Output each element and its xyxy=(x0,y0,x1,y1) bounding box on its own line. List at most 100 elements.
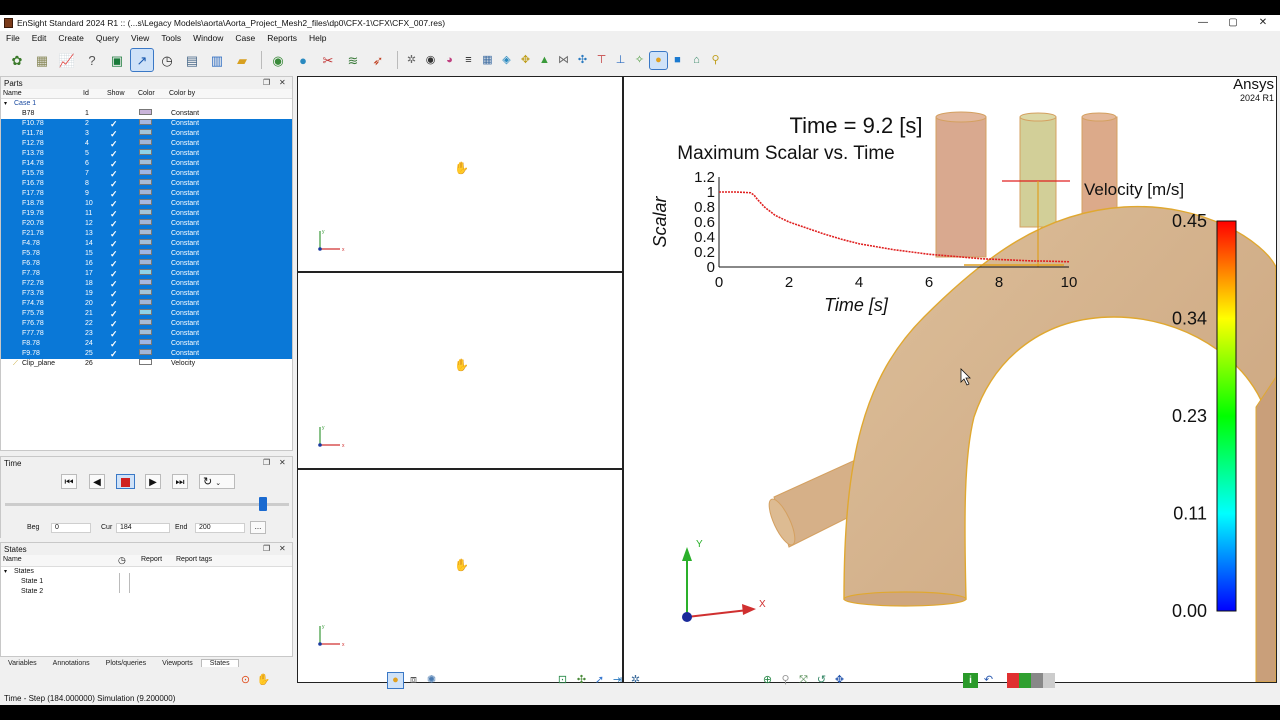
lighting-mode-icon[interactable]: ✺ xyxy=(424,673,439,688)
part-row[interactable]: F8.78 24 ✓ Constant xyxy=(1,339,292,349)
show-checkbox[interactable]: ✓ xyxy=(110,119,118,129)
show-checkbox[interactable]: ✓ xyxy=(110,249,118,259)
end-field[interactable]: 200 xyxy=(195,523,245,533)
part-row[interactable]: F74.78 20 ✓ Constant xyxy=(1,299,292,309)
part-row[interactable]: F21.78 13 ✓ Constant xyxy=(1,229,292,239)
states-root-row[interactable]: ▾ States xyxy=(1,567,292,577)
clock-icon[interactable]: ◷ xyxy=(156,49,178,71)
time-slider-thumb[interactable] xyxy=(258,497,267,511)
part-row[interactable]: F6.78 16 ✓ Constant xyxy=(1,259,292,269)
menu-query[interactable]: Query xyxy=(90,33,125,43)
shaded-mode-icon[interactable]: ● xyxy=(387,672,404,689)
part-color-swatch[interactable] xyxy=(139,109,152,115)
maximize-button[interactable]: ▢ xyxy=(1218,15,1248,31)
part-row[interactable]: F11.78 3 ✓ Constant xyxy=(1,129,292,139)
part-color-swatch[interactable] xyxy=(139,349,152,355)
calculator-icon[interactable]: ▦ xyxy=(31,49,53,71)
isosurface-icon[interactable]: ◉ xyxy=(267,49,289,71)
film-icon[interactable]: ▥ xyxy=(206,49,228,71)
color-palette-icon[interactable]: ◕ xyxy=(441,52,458,69)
record-icon[interactable]: ⊙ xyxy=(238,673,253,688)
minimize-button[interactable]: — xyxy=(1188,15,1218,31)
part-row[interactable]: F20.78 12 ✓ Constant xyxy=(1,219,292,229)
clip-icon[interactable]: ✂ xyxy=(317,49,339,71)
part-row[interactable]: F4.78 14 ✓ Constant xyxy=(1,239,292,249)
viewport-3[interactable]: ✋ y x xyxy=(298,470,624,682)
wireframe-icon[interactable]: ⧈ xyxy=(406,673,421,688)
move-icon[interactable]: ✥ xyxy=(832,673,847,688)
menu-create[interactable]: Create xyxy=(52,33,90,43)
zoom-in-icon[interactable]: ⊕ xyxy=(760,673,775,688)
part-row[interactable]: F9.78 25 ✓ Constant xyxy=(1,349,292,359)
transform-icon[interactable]: ↗ xyxy=(130,48,154,72)
show-checkbox[interactable]: ✓ xyxy=(110,209,118,219)
part-row[interactable]: F75.78 21 ✓ Constant xyxy=(1,309,292,319)
pointer-icon[interactable]: ⚲ xyxy=(707,52,724,69)
play-icon[interactable]: ▶ xyxy=(145,474,161,489)
col-name[interactable]: Name xyxy=(3,90,22,97)
show-checkbox[interactable]: ✓ xyxy=(110,229,118,239)
box-icon[interactable]: ■ xyxy=(669,52,686,69)
mesh-icon[interactable]: ⋈ xyxy=(555,52,572,69)
tab-viewports[interactable]: Viewports xyxy=(154,660,201,667)
more-button[interactable]: ... xyxy=(250,521,266,534)
main-viewport[interactable]: Maximum Scalar vs. Time 0 2 4 6 8 10 0 0.2 0.4 0.… xyxy=(624,77,1276,682)
show-checkbox[interactable]: ✓ xyxy=(110,139,118,149)
part-color-swatch[interactable] xyxy=(139,249,152,255)
show-checkbox[interactable]: ✓ xyxy=(110,179,118,189)
pin-icon[interactable]: ⚲ xyxy=(778,673,793,688)
col-report-tags[interactable]: Report tags xyxy=(176,556,212,563)
plotter-icon[interactable]: 📈 xyxy=(56,49,78,71)
vector-icon[interactable]: ➶ xyxy=(367,49,389,71)
menu-edit[interactable]: Edit xyxy=(26,33,53,43)
parts-icon[interactable]: ✿ xyxy=(6,49,28,71)
part-color-swatch[interactable] xyxy=(139,289,152,295)
show-checkbox[interactable]: ✓ xyxy=(110,289,118,299)
part-color-swatch[interactable] xyxy=(139,199,152,205)
pick-icon[interactable]: ✲ xyxy=(628,673,643,688)
part-row[interactable]: F18.78 10 ✓ Constant xyxy=(1,199,292,209)
show-checkbox[interactable]: ✓ xyxy=(110,149,118,159)
stop-button[interactable] xyxy=(116,474,135,489)
skip-back-icon[interactable]: ⏮ xyxy=(61,474,77,489)
show-checkbox[interactable]: ✓ xyxy=(110,309,118,319)
show-checkbox[interactable]: ✓ xyxy=(110,299,118,309)
part-row[interactable]: F76.78 22 ✓ Constant xyxy=(1,319,292,329)
show-checkbox[interactable]: ✓ xyxy=(110,239,118,249)
float-icon[interactable]: ❐ xyxy=(263,457,270,469)
show-checkbox[interactable]: ✓ xyxy=(110,159,118,169)
zoom-fit-icon[interactable]: ⊡ xyxy=(555,673,570,688)
step-back-icon[interactable]: ◀ xyxy=(89,474,105,489)
refresh-view-icon[interactable]: ↺ xyxy=(814,673,829,688)
part-color-swatch[interactable] xyxy=(139,279,152,285)
col-name[interactable]: Name xyxy=(3,556,22,563)
case-row[interactable]: ▾ Case 1 xyxy=(1,99,292,109)
part-color-swatch[interactable] xyxy=(139,169,152,175)
part-row[interactable]: ⟋ Clip_plane 26 Velocity xyxy=(1,359,292,369)
part-row[interactable]: F77.78 23 ✓ Constant xyxy=(1,329,292,339)
close-icon[interactable]: ✕ xyxy=(279,543,286,555)
menu-tools[interactable]: Tools xyxy=(155,33,187,43)
show-checkbox[interactable]: ✓ xyxy=(110,219,118,229)
part-color-swatch[interactable] xyxy=(139,269,152,275)
col-color[interactable]: Color xyxy=(138,90,155,97)
translate-icon[interactable]: ➚ xyxy=(592,673,607,688)
float-icon[interactable]: ❐ xyxy=(263,543,270,555)
part-color-swatch[interactable] xyxy=(139,319,152,325)
part-row[interactable]: F14.78 6 ✓ Constant xyxy=(1,159,292,169)
part-row[interactable]: F19.78 11 ✓ Constant xyxy=(1,209,292,219)
part-color-swatch[interactable] xyxy=(139,119,152,125)
time-slider-track[interactable] xyxy=(5,503,289,506)
tab-variables[interactable]: Variables xyxy=(0,660,45,667)
col-report[interactable]: Report xyxy=(141,556,162,563)
lighting-icon[interactable]: ✧ xyxy=(631,52,648,69)
menu-file[interactable]: File xyxy=(0,33,26,43)
toolbox-icon[interactable]: ▰ xyxy=(231,49,253,71)
part-color-swatch[interactable] xyxy=(139,189,152,195)
zoom-icon[interactable]: ⇥ xyxy=(610,673,625,688)
tab-plots-queries[interactable]: Plots/queries xyxy=(98,660,154,667)
part-row[interactable]: F73.78 19 ✓ Constant xyxy=(1,289,292,299)
part-color-swatch[interactable] xyxy=(139,329,152,335)
menu-reports[interactable]: Reports xyxy=(261,33,303,43)
loop-dropdown[interactable]: ↻ ⌄ xyxy=(199,474,235,489)
